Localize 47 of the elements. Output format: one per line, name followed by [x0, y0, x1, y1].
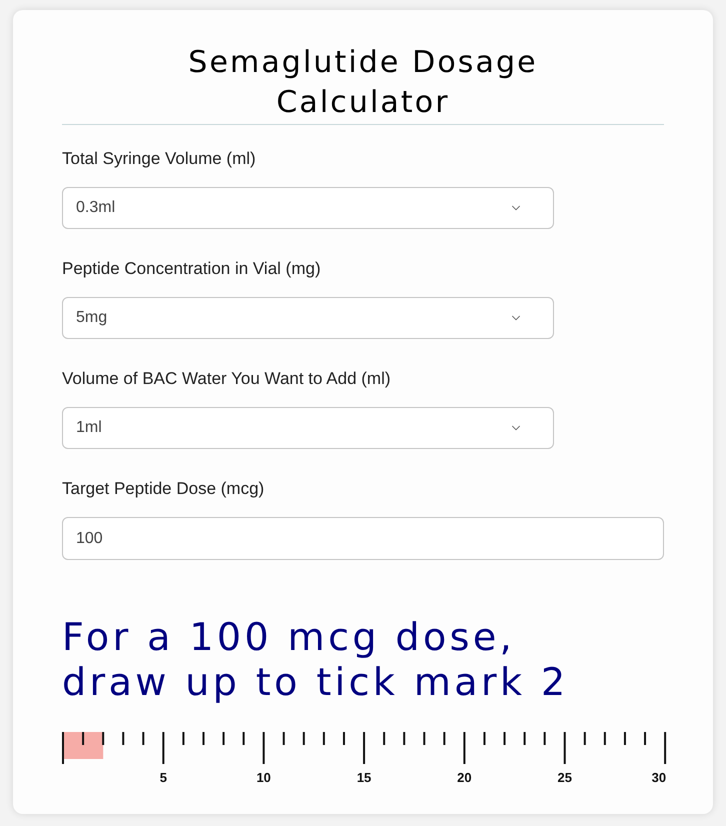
- tick-mark: [342, 732, 345, 745]
- tick-mark: [383, 732, 386, 745]
- dosage-result: For a 100 mcg dose, draw up to tick mark 2: [62, 615, 570, 705]
- tick-mark: [443, 732, 446, 745]
- scale-label: 5: [160, 770, 167, 785]
- tick-mark: [262, 732, 265, 764]
- tick-mark: [82, 732, 84, 745]
- tick-mark: [463, 732, 466, 764]
- field-label: Volume of BAC Water You Want to Add (ml): [62, 368, 392, 390]
- tick-mark: [624, 732, 626, 745]
- tick-mark: [664, 732, 666, 764]
- select-dropdown[interactable]: 1ml: [62, 407, 554, 449]
- field-label: Total Syringe Volume (ml): [62, 148, 257, 170]
- tick-mark: [282, 732, 285, 745]
- tick-mark: [483, 732, 486, 745]
- tick-mark: [504, 732, 506, 745]
- tick-mark: [403, 732, 406, 745]
- tick-mark: [162, 732, 164, 764]
- select-dropdown[interactable]: 0.3ml: [62, 187, 554, 229]
- tick-mark: [544, 732, 546, 745]
- tick-mark: [62, 732, 64, 764]
- tick-mark: [302, 732, 305, 745]
- field-label: Peptide Concentration in Vial (mg): [62, 258, 322, 280]
- tick-mark: [584, 732, 586, 745]
- tick-mark: [222, 732, 225, 745]
- scale-label: 25: [558, 770, 572, 785]
- tick-mark: [142, 732, 144, 745]
- input-field[interactable]: 100: [62, 517, 664, 560]
- scale-label: 30: [652, 770, 666, 785]
- tick-mark: [644, 732, 646, 745]
- field-label: Target Peptide Dose (mcg): [62, 478, 266, 500]
- scale-label: 15: [356, 770, 372, 785]
- tick-mark: [102, 732, 104, 745]
- tick-mark: [242, 732, 245, 745]
- tick-mark: [363, 732, 366, 764]
- tick-mark: [202, 732, 204, 745]
- page-title: Semaglutide Dosage Calculator: [187, 44, 539, 122]
- tick-mark: [182, 732, 184, 745]
- select-dropdown[interactable]: 5mg: [62, 297, 554, 339]
- scale-label: 10: [256, 770, 271, 785]
- tick-mark: [122, 732, 124, 745]
- tick-mark: [524, 732, 526, 745]
- tick-mark: [423, 732, 426, 745]
- tick-mark: [564, 732, 566, 764]
- scale-label: 20: [457, 770, 472, 785]
- tick-mark: [604, 732, 606, 745]
- tick-mark: [322, 732, 325, 745]
